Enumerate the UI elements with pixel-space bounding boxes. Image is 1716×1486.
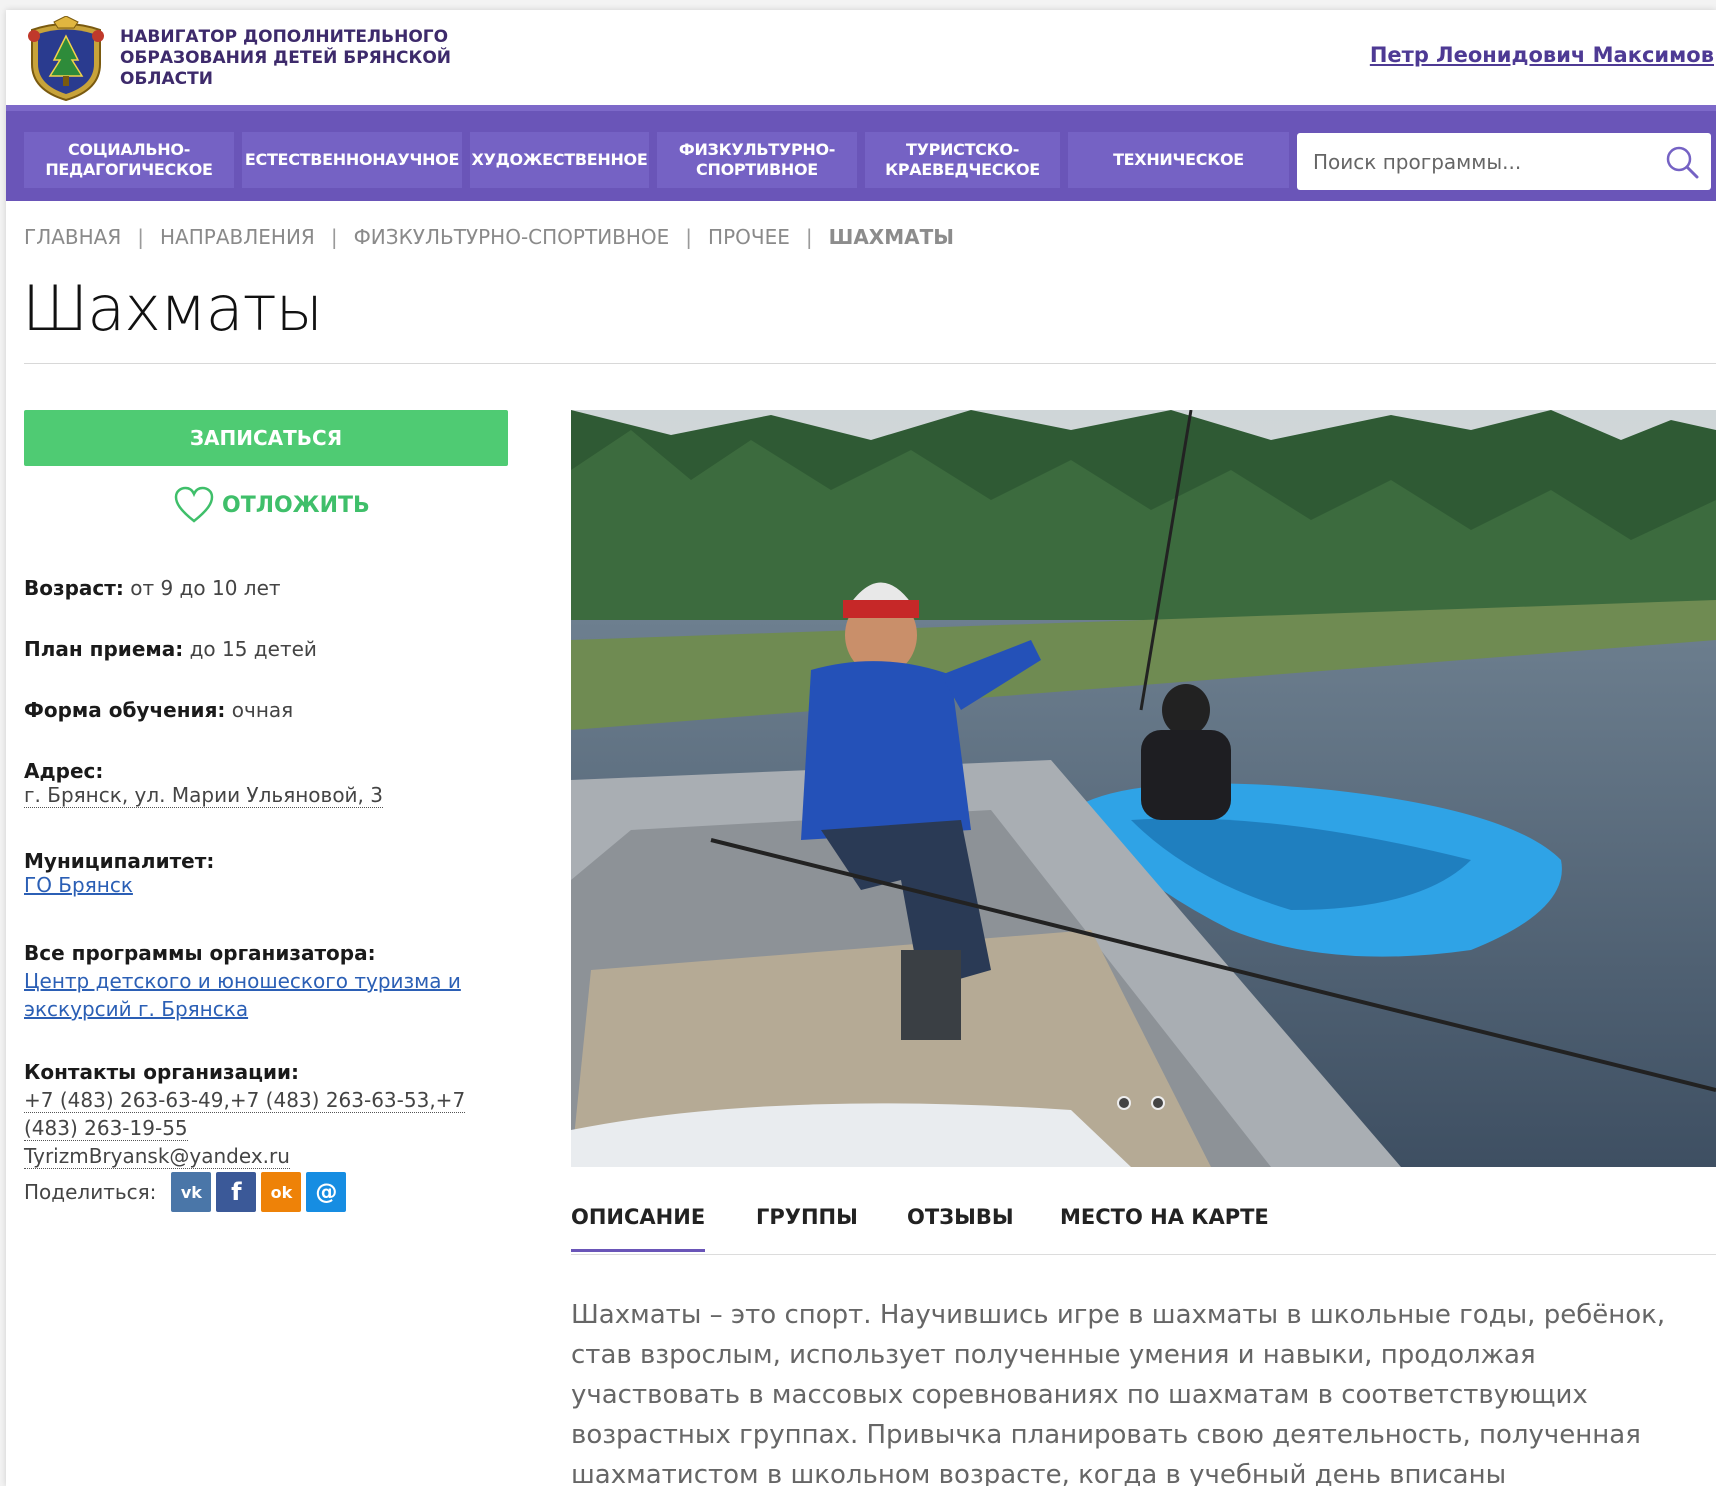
contacts-phones[interactable]: +7 (483) 263-63-49,+7 (483) 263-63-53,+7… bbox=[24, 1088, 466, 1141]
organizer-link[interactable]: Центр детского и юношеского туризма и эк… bbox=[24, 969, 461, 1021]
contacts-email[interactable]: TyrizmBryansk@yandex.ru bbox=[24, 1144, 290, 1169]
tab-reviews[interactable]: ОТЗЫВЫ bbox=[907, 1205, 1014, 1249]
breadcrumb-separator: | bbox=[685, 225, 693, 249]
slider-dot[interactable] bbox=[1151, 1096, 1165, 1110]
content-tabs: ОПИСАНИЕ ГРУППЫ ОТЗЫВЫ МЕСТО НА КАРТЕ bbox=[571, 1191, 1716, 1255]
divider bbox=[24, 363, 1716, 364]
age-value: от 9 до 10 лет bbox=[130, 576, 281, 600]
search-box bbox=[1297, 133, 1711, 190]
moimir-icon[interactable]: @ bbox=[306, 1172, 347, 1212]
tab-map[interactable]: МЕСТО НА КАРТЕ bbox=[1060, 1205, 1269, 1249]
site-title[interactable]: НАВИГАТОР ДОПОЛНИТЕЛЬНОГО ОБРАЗОВАНИЯ ДЕ… bbox=[120, 27, 460, 90]
share-row: Поделиться: vk f ok @ bbox=[24, 1172, 347, 1212]
nav-item-tourism[interactable]: ТУРИСТСКО-КРАЕВЕДЧЕСКОЕ bbox=[865, 132, 1060, 188]
share-label: Поделиться: bbox=[24, 1180, 157, 1204]
slider-dots bbox=[1117, 1096, 1185, 1110]
form-label: Форма обучения: bbox=[24, 698, 226, 722]
user-profile-link[interactable]: Петр Леонидович Максимов bbox=[1370, 43, 1714, 67]
address-label: Адрес: bbox=[24, 759, 104, 783]
breadcrumb-other[interactable]: ПРОЧЕЕ bbox=[708, 225, 790, 249]
municipality-label: Муниципалитет: bbox=[24, 849, 215, 873]
breadcrumb-sport[interactable]: ФИЗКУЛЬТУРНО-СПОРТИВНОЕ bbox=[354, 225, 670, 249]
heart-icon bbox=[174, 486, 214, 523]
page: НАВИГАТОР ДОПОЛНИТЕЛЬНОГО ОБРАЗОВАНИЯ ДЕ… bbox=[6, 10, 1716, 1486]
vk-icon[interactable]: vk bbox=[171, 1172, 212, 1212]
age-label: Возраст: bbox=[24, 576, 124, 600]
tab-description[interactable]: ОПИСАНИЕ bbox=[571, 1205, 706, 1252]
nav-item-artistic[interactable]: ХУДОЖЕСТВЕННОЕ bbox=[470, 132, 649, 188]
coat-of-arms-logo[interactable] bbox=[24, 16, 108, 102]
address-row: Адрес: г. Брянск, ул. Марии Ульяновой, 3 bbox=[24, 759, 383, 808]
breadcrumb-home[interactable]: ГЛАВНАЯ bbox=[24, 225, 121, 249]
nav-item-technical[interactable]: ТЕХНИЧЕСКОЕ bbox=[1068, 132, 1289, 188]
postpone-label: ОТЛОЖИТЬ bbox=[222, 492, 370, 518]
postpone-button[interactable]: ОТЛОЖИТЬ bbox=[174, 485, 370, 525]
contacts-label: Контакты организации: bbox=[24, 1060, 300, 1084]
tab-groups[interactable]: ГРУППЫ bbox=[756, 1205, 858, 1249]
site-header: НАВИГАТОР ДОПОЛНИТЕЛЬНОГО ОБРАЗОВАНИЯ ДЕ… bbox=[6, 10, 1716, 105]
plan-label: План приема: bbox=[24, 637, 184, 661]
municipality-link[interactable]: ГО Брянск bbox=[24, 873, 133, 897]
enroll-button[interactable]: ЗАПИСАТЬСЯ bbox=[24, 410, 508, 466]
municipality-row: Муниципалитет: ГО Брянск bbox=[24, 849, 214, 897]
organizer-label: Все программы организатора: bbox=[24, 941, 376, 965]
contacts-row: Контакты организации: +7 (483) 263-63-49… bbox=[24, 1058, 514, 1170]
nav-item-social-pedagogical[interactable]: СОЦИАЛЬНО-ПЕДАГОГИЧЕСКОЕ bbox=[24, 132, 234, 188]
nav-item-sport[interactable]: ФИЗКУЛЬТУРНО-СПОРТИВНОЕ bbox=[657, 132, 857, 188]
age-row: Возраст: от 9 до 10 лет bbox=[24, 576, 281, 600]
breadcrumb-separator: | bbox=[137, 225, 145, 249]
direction-nav: СОЦИАЛЬНО-ПЕДАГОГИЧЕСКОЕ ЕСТЕСТВЕННОНАУЧ… bbox=[6, 105, 1716, 201]
breadcrumb-directions[interactable]: НАПРАВЛЕНИЯ bbox=[160, 225, 315, 249]
plan-row: План приема: до 15 детей bbox=[24, 637, 317, 661]
program-description: Шахматы – это спорт. Научившись игре в ш… bbox=[571, 1300, 1666, 1486]
breadcrumb-current: ШАХМАТЫ bbox=[828, 225, 954, 249]
plan-value: до 15 детей bbox=[189, 637, 317, 661]
form-row: Форма обучения: очная bbox=[24, 698, 293, 722]
slider-dot[interactable] bbox=[1117, 1096, 1131, 1110]
organizer-row: Все программы организатора: Центр детско… bbox=[24, 939, 504, 1023]
page-title: Шахматы bbox=[22, 272, 323, 345]
program-photo[interactable] bbox=[571, 410, 1716, 1167]
breadcrumb-separator: | bbox=[805, 225, 813, 249]
form-value: очная bbox=[231, 698, 294, 722]
search-input[interactable] bbox=[1313, 141, 1653, 182]
search-icon[interactable] bbox=[1665, 145, 1699, 179]
breadcrumb-separator: | bbox=[330, 225, 338, 249]
address-value[interactable]: г. Брянск, ул. Марии Ульяновой, 3 bbox=[24, 783, 383, 808]
breadcrumb: ГЛАВНАЯ | НАПРАВЛЕНИЯ | ФИЗКУЛЬТУРНО-СПОРТИВ… bbox=[24, 225, 954, 249]
nav-item-natural-science[interactable]: ЕСТЕСТВЕННОНАУЧНОЕ bbox=[242, 132, 462, 188]
facebook-icon[interactable]: f bbox=[216, 1172, 257, 1212]
odnoklassniki-icon[interactable]: ok bbox=[261, 1172, 302, 1212]
